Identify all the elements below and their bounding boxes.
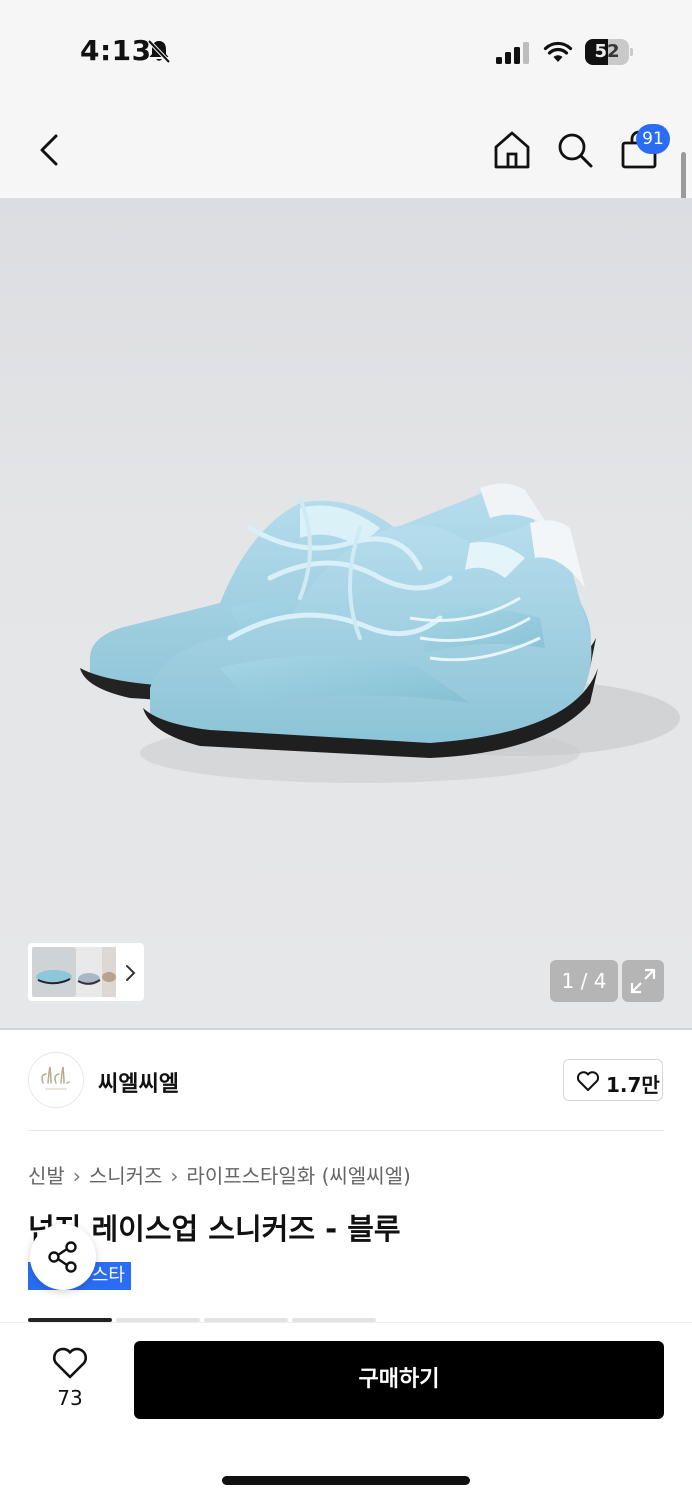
home-indicator[interactable] <box>222 1476 470 1485</box>
home-icon[interactable] <box>491 128 533 172</box>
status-bar: 4:13 52 <box>0 0 692 100</box>
product-photo-shoes <box>80 483 680 783</box>
brand-like-count: 1.7만 <box>606 1073 660 1097</box>
image-counter: 1 / 4 <box>550 960 618 1002</box>
battery-percent: 52 <box>594 41 620 62</box>
thumbnail-2[interactable] <box>76 947 102 997</box>
breadcrumb-item[interactable]: 신발 <box>28 1164 65 1188</box>
wishlist-count: 73 <box>57 1386 83 1410</box>
brand-logo-mark <box>41 1066 70 1090</box>
product-image[interactable] <box>0 198 692 1030</box>
breadcrumb-item[interactable]: 스니커즈 <box>89 1164 163 1188</box>
breadcrumb-item[interactable]: 라이프스타일화 (씨엘씨엘) <box>186 1164 410 1188</box>
brand-like-button[interactable]: 1.7만 <box>563 1059 663 1101</box>
breadcrumb-separator-icon: › <box>72 1164 81 1188</box>
heart-icon <box>53 1347 87 1379</box>
divider <box>28 1130 664 1131</box>
buy-button[interactable]: 구매하기 <box>134 1341 664 1419</box>
cart-count-badge: 91 <box>636 124 670 154</box>
share-icon <box>48 1241 77 1273</box>
brand-name[interactable]: 씨엘씨엘 <box>98 1066 179 1098</box>
brand-logo[interactable] <box>28 1052 84 1108</box>
expand-button[interactable] <box>622 960 664 1002</box>
chevron-right-icon[interactable] <box>122 963 138 983</box>
battery-indicator: 52 <box>585 39 633 65</box>
expand-icon <box>630 968 656 994</box>
status-time: 4:13 <box>80 34 152 67</box>
cellular-signal-icon <box>496 42 529 64</box>
breadcrumb-separator-icon: › <box>170 1164 179 1188</box>
search-icon[interactable] <box>554 128 596 172</box>
thumbnail-strip[interactable] <box>28 943 144 1001</box>
share-button[interactable] <box>30 1224 96 1290</box>
heart-icon <box>576 1071 600 1091</box>
bell-muted-icon <box>147 39 171 64</box>
breadcrumb: 신발 › 스니커즈 › 라이프스타일화 (씨엘씨엘) <box>28 1160 411 1189</box>
image-bottom-edge <box>0 1028 692 1030</box>
wifi-icon <box>543 41 573 62</box>
thumbnail-3[interactable] <box>102 947 116 997</box>
back-chevron-icon[interactable] <box>28 128 70 172</box>
thumbnail-1[interactable] <box>32 947 76 997</box>
